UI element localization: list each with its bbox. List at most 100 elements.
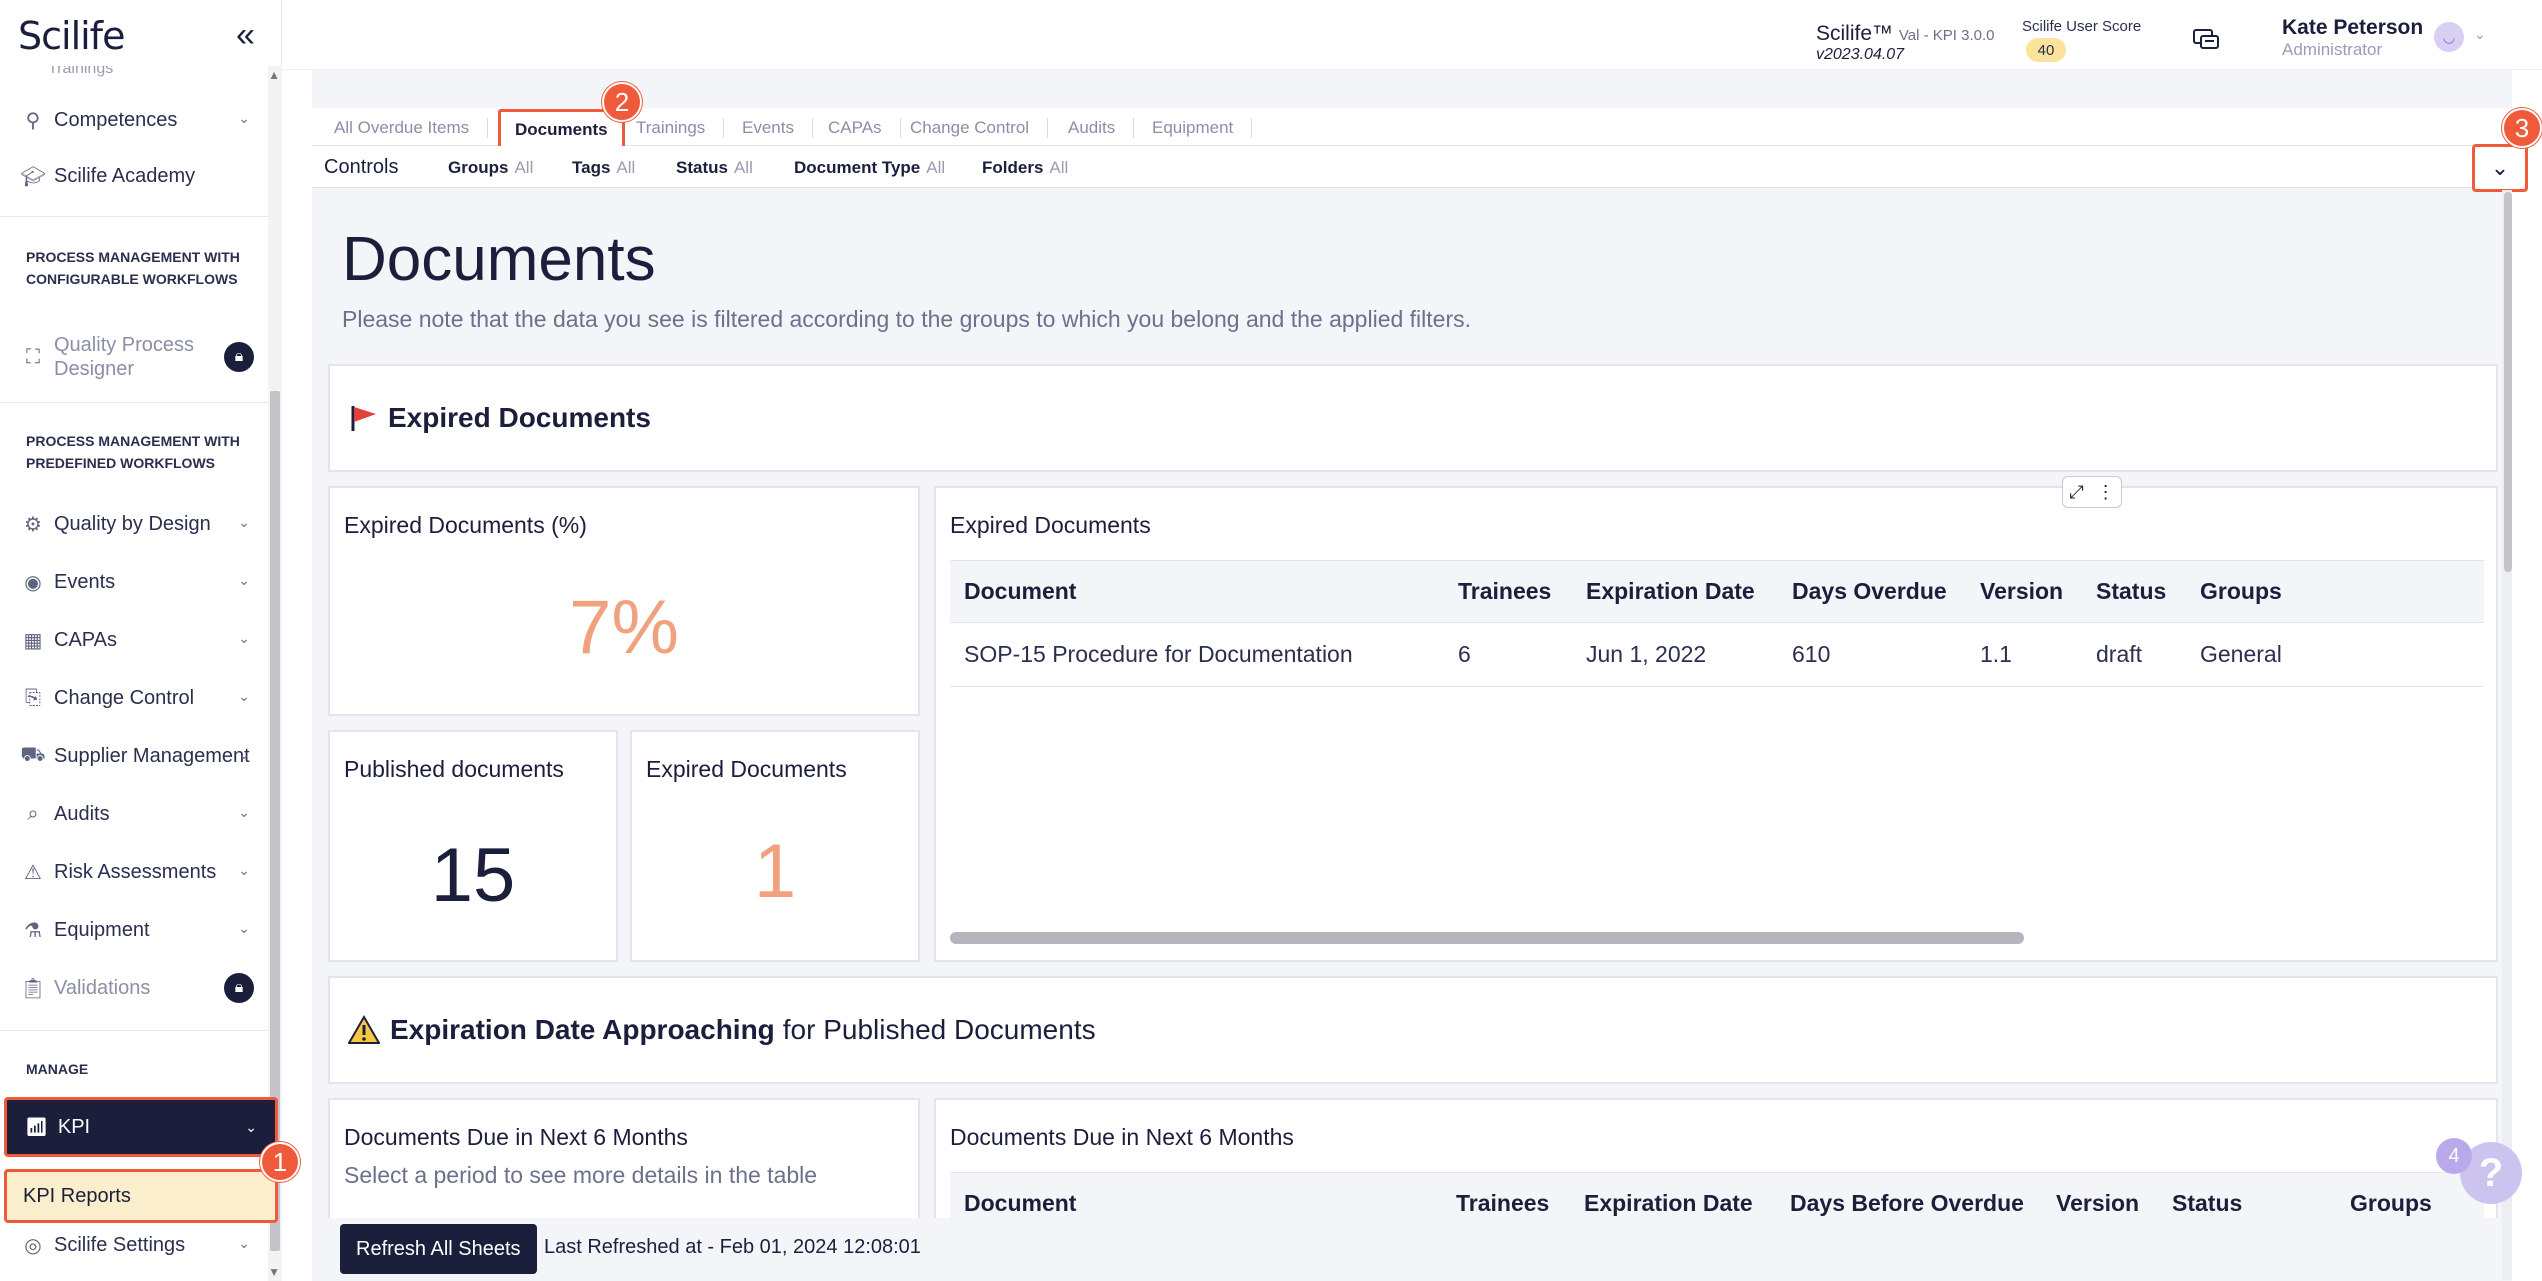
sidebar-item-kpi[interactable]: 📶︎ KPI ⌄ xyxy=(4,1097,278,1157)
column-header[interactable]: Expiration Date xyxy=(1572,560,1778,623)
sidebar-item-label: Events xyxy=(54,570,116,593)
tab-capas[interactable]: CAPAs xyxy=(828,118,901,138)
sidebar-item-change-control[interactable]: ⎘ Change Control ⌄ xyxy=(0,670,268,726)
sidebar-item-competences[interactable]: ⚲ Competences ⌄ xyxy=(0,92,268,148)
refresh-all-sheets-button[interactable]: Refresh All Sheets xyxy=(340,1224,537,1274)
filter-name: Folders xyxy=(982,158,1044,177)
tab-audits[interactable]: Audits xyxy=(1068,118,1135,138)
last-refreshed-text: Last Refreshed at - Feb 01, 2024 12:08:0… xyxy=(544,1236,921,1258)
sidebar-item-settings[interactable]: ◎ Scilife Settings ⌄ xyxy=(0,1217,268,1273)
chat-icon[interactable] xyxy=(2192,28,2220,52)
expired-documents-table-card: ⤢ ⋮ Expired Documents Document Trainees … xyxy=(934,476,2498,962)
sidebar-item-audits[interactable]: ⌕ Audits ⌄ xyxy=(0,786,268,842)
user-name[interactable]: Kate Peterson xyxy=(2282,16,2423,40)
tab-all-overdue-items[interactable]: All Overdue Items xyxy=(334,118,489,138)
filter-document-type[interactable]: Document Type All xyxy=(794,158,945,178)
chevron-down-icon: ⌄ xyxy=(238,688,250,704)
change-control-icon: ⎘ xyxy=(25,686,41,709)
filter-value: All xyxy=(733,158,753,177)
card-tools: ⤢ ⋮ xyxy=(2062,476,2122,508)
sidebar-item-trainings-cut[interactable]: Trainings xyxy=(48,66,113,78)
table-horizontal-scrollbar[interactable] xyxy=(950,932,2024,944)
top-bar: Scilife™ Val - KPI 3.0.0 v2023.04.07 Sci… xyxy=(282,0,2542,70)
tab-documents[interactable]: Documents xyxy=(498,109,625,151)
column-header[interactable]: Groups xyxy=(2186,560,2484,623)
tab-equipment[interactable]: Equipment xyxy=(1152,118,1253,138)
report-tabs: All Overdue Items Documents Trainings Ev… xyxy=(312,108,2512,151)
kpi-value: 15 xyxy=(430,833,516,918)
step-badge-3: 3 xyxy=(2502,108,2542,148)
sidebar-item-supplier-management[interactable]: ⛟ Supplier Management ⌄ xyxy=(0,728,268,784)
sidebar-item-academy[interactable]: 🎓︎ Scilife Academy xyxy=(0,148,268,204)
sidebar-item-quality-process-designer[interactable]: ⛶ Quality Process Designer 🔒︎ xyxy=(0,322,268,392)
tab-trainings[interactable]: Trainings xyxy=(636,118,725,138)
collapse-sidebar-icon[interactable]: « xyxy=(236,16,255,55)
filter-tags[interactable]: Tags All xyxy=(572,158,635,178)
sidebar-item-label: Quality Process Designer xyxy=(54,334,195,380)
page-title: Documents xyxy=(342,225,656,294)
sidebar-item-risk-assessments[interactable]: ⚠ Risk Assessments ⌄ xyxy=(0,844,268,900)
expand-icon[interactable]: ⤢ xyxy=(2069,482,2083,503)
chevron-down-icon[interactable]: ⌄ xyxy=(2474,26,2486,43)
warning-icon xyxy=(348,1015,380,1044)
column-header[interactable]: Status xyxy=(2082,560,2186,623)
table-row[interactable]: SOP-15 Procedure for Documentation 6 Jun… xyxy=(950,622,2484,687)
kpi-title: Published documents xyxy=(344,756,564,782)
filter-value: All xyxy=(1049,158,1069,177)
workflow-icon: ⛶ xyxy=(26,345,40,368)
section-heading-rest: for Published Documents xyxy=(782,1014,1096,1045)
scilife-logo[interactable]: Scilife xyxy=(18,14,125,58)
kpi-card-expired-count[interactable]: Expired Documents 1 xyxy=(630,730,920,962)
table-title: Documents Due in Next 6 Months xyxy=(950,1124,1294,1150)
chevron-down-icon: ⌄ xyxy=(238,804,250,820)
expand-controls-button[interactable]: ⌄ xyxy=(2472,144,2528,192)
tab-events[interactable]: Events xyxy=(742,118,813,138)
sidebar-item-equipment[interactable]: ⚗ Equipment ⌄ xyxy=(0,902,268,958)
divider xyxy=(0,1030,268,1031)
lock-icon: 🔒︎ xyxy=(224,342,254,372)
filter-value: All xyxy=(514,158,534,177)
table-cell: draft xyxy=(2082,622,2186,687)
column-header[interactable]: Version xyxy=(1966,560,2082,623)
chevron-down-icon: ⌄ xyxy=(238,514,250,530)
filter-status[interactable]: Status All xyxy=(676,158,753,178)
approaching-header: Expiration Date Approaching for Publishe… xyxy=(328,976,2498,1084)
kpi-card-published[interactable]: Published documents 15 xyxy=(328,730,618,962)
sidebar-item-quality-by-design[interactable]: ⚙ Quality by Design ⌄ xyxy=(0,496,268,552)
column-header[interactable]: Trainees xyxy=(1444,560,1572,623)
sidebar-item-label: Supplier Management xyxy=(54,744,250,767)
filter-folders[interactable]: Folders All xyxy=(982,158,1068,178)
chevron-down-icon: ⌄ xyxy=(2490,155,2510,180)
table-cell: 610 xyxy=(1778,622,1966,687)
divider xyxy=(0,216,268,217)
scroll-up-icon[interactable]: ▲ xyxy=(268,68,280,82)
scroll-down-icon[interactable]: ▼ xyxy=(268,1265,280,1279)
column-header[interactable]: Days Overdue xyxy=(1778,560,1966,623)
filter-name: Status xyxy=(676,158,728,177)
sidebar-item-label: KPI xyxy=(57,1115,91,1138)
avatar[interactable]: ◡ xyxy=(2434,22,2464,52)
question-icon: ? xyxy=(2478,1150,2504,1195)
sidebar-item-events[interactable]: ◉ Events ⌄ xyxy=(0,554,268,610)
column-header[interactable]: Document xyxy=(950,560,1444,623)
settings-icon: ◎ xyxy=(24,1234,42,1257)
tab-change-control[interactable]: Change Control xyxy=(910,118,1049,138)
main-scrollbar-thumb[interactable] xyxy=(2504,192,2512,572)
section-manage: MANAGE xyxy=(26,1061,89,1077)
table-cell: General xyxy=(2186,622,2484,687)
sidebar-item-capas[interactable]: ▦ CAPAs ⌄ xyxy=(0,612,268,668)
expired-documents-table: Document Trainees Expiration Date Days O… xyxy=(950,560,2484,687)
audits-icon: ⌕ xyxy=(27,802,39,825)
more-options-icon[interactable]: ⋮ xyxy=(2097,482,2115,503)
filter-groups[interactable]: Groups All xyxy=(448,158,533,178)
flask-icon: ⚗ xyxy=(24,919,42,942)
sidebar-item-kpi-reports[interactable]: KPI Reports xyxy=(4,1169,278,1223)
kpi-card-expired-percent[interactable]: Expired Documents (%) 7% xyxy=(328,486,920,716)
sidebar-item-validations[interactable]: 📋︎ Validations 🔒︎ xyxy=(0,960,268,1016)
table-cell: 6 xyxy=(1444,622,1572,687)
page-note: Please note that the data you see is fil… xyxy=(342,306,1472,332)
user-score-label: Scilife User Score xyxy=(2022,18,2142,35)
chart-icon: 📶︎ xyxy=(25,1116,48,1137)
user-role: Administrator xyxy=(2282,40,2383,59)
user-score-badge[interactable]: 40 xyxy=(2026,38,2066,62)
